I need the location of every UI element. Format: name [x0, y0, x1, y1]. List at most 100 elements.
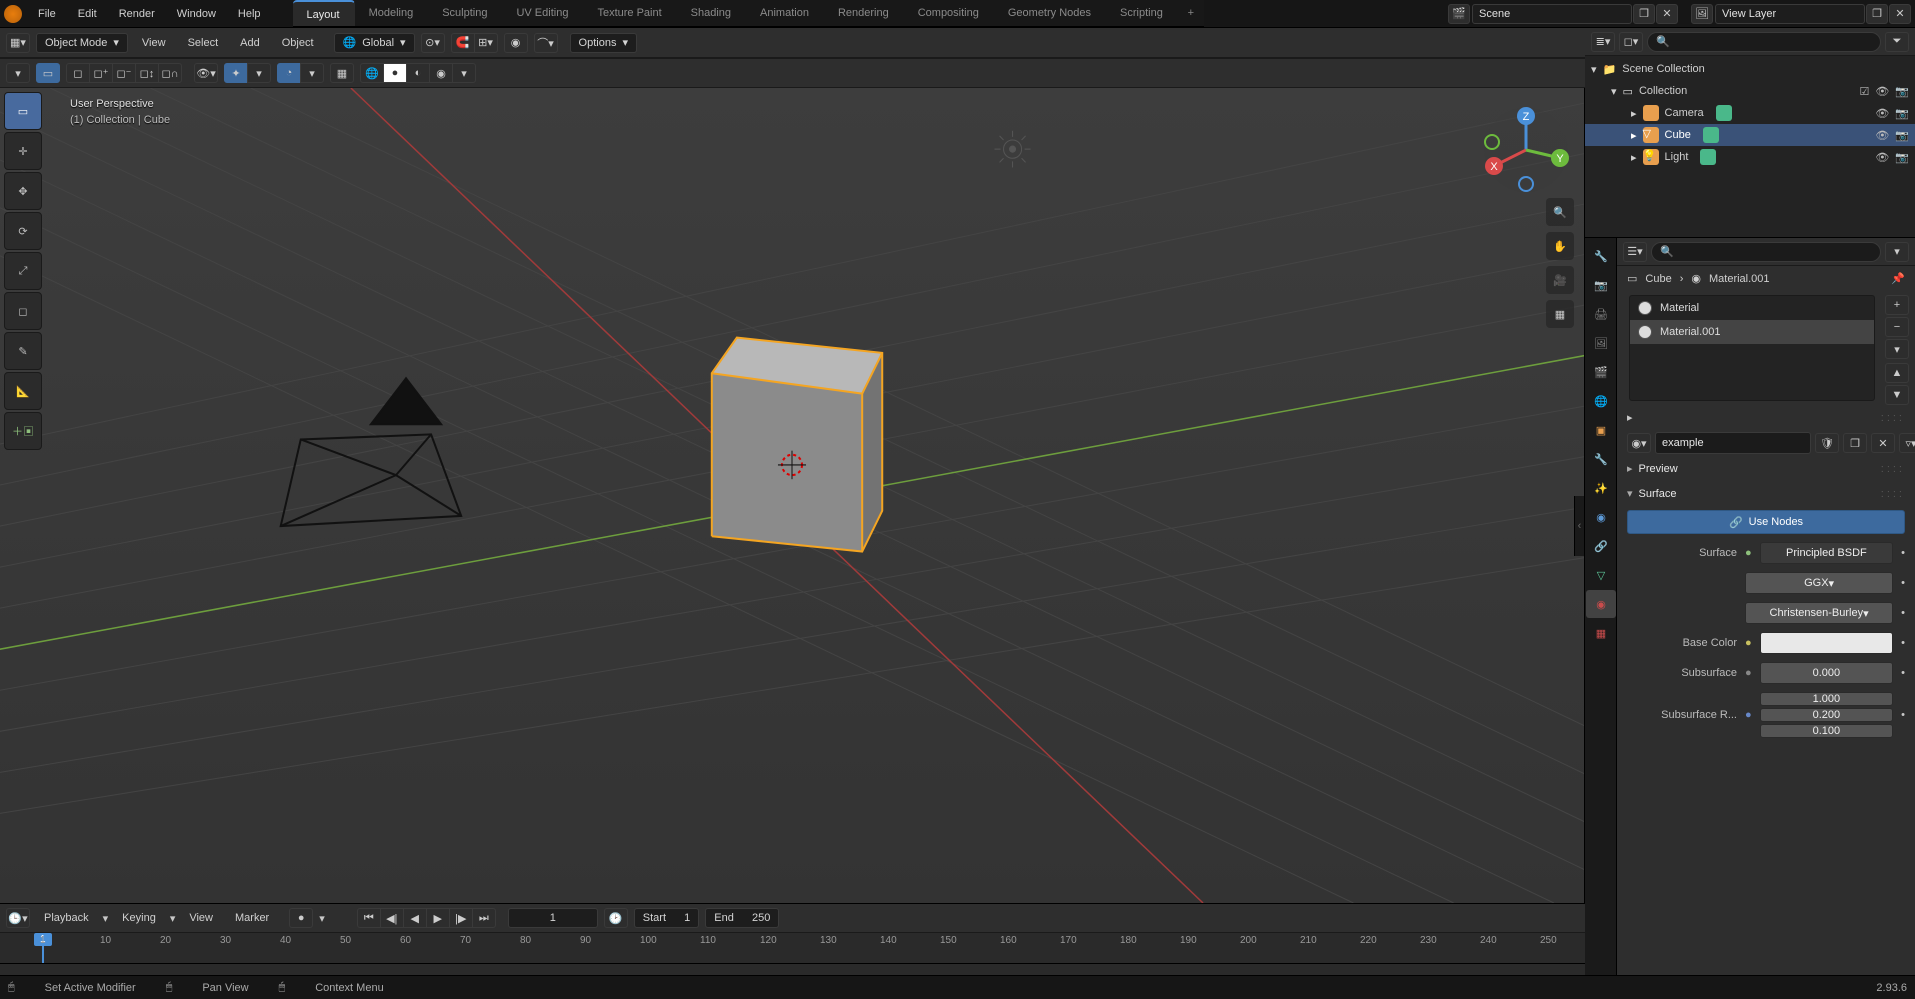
base-color-swatch[interactable]	[1760, 632, 1893, 654]
interaction-mode-dropdown[interactable]: Object Mode▾	[36, 33, 128, 53]
tool-cursor[interactable]: ✛	[4, 132, 42, 170]
workspace-tab-sculpting[interactable]: Sculpting	[428, 0, 502, 26]
outliner-collection[interactable]: ▾▭ Collection ☑👁📷	[1585, 80, 1915, 102]
select-extend-icon[interactable]: ◻⁺	[89, 63, 113, 83]
tab-scene-icon[interactable]: 🎬	[1586, 358, 1616, 386]
play-reverse-icon[interactable]: ◀	[403, 908, 427, 928]
outliner-display-mode[interactable]: ◻▾	[1619, 32, 1643, 52]
keyframe-next-icon[interactable]: |▶	[449, 908, 473, 928]
gizmo-options[interactable]: ▾	[247, 63, 271, 83]
tab-object-icon[interactable]: ▣	[1586, 416, 1616, 444]
workspace-tab-uvediting[interactable]: UV Editing	[502, 0, 583, 26]
menu-file[interactable]: File	[28, 4, 66, 24]
tool-add-cube[interactable]: ＋▣	[4, 412, 42, 450]
timeline-marker[interactable]: Marker	[227, 908, 277, 928]
tab-texture-icon[interactable]: ▦	[1586, 619, 1616, 647]
render-icon[interactable]: 📷	[1895, 107, 1909, 120]
visibility-icon[interactable]: 👁	[1875, 129, 1889, 142]
current-frame-field[interactable]: 1	[508, 908, 598, 928]
timeline-editor-icon[interactable]: 🕒▾	[6, 908, 30, 928]
properties-editor-icon[interactable]: ☰▾	[1623, 242, 1647, 262]
subsurface-radius-z[interactable]: 0.100	[1760, 724, 1893, 738]
cursor-tool-icon[interactable]: ▭	[36, 63, 60, 83]
scene-browser-icon[interactable]: 🎬	[1448, 4, 1470, 24]
socket-icon[interactable]: ●	[1745, 709, 1752, 721]
material-unlink-icon[interactable]: ✕	[1871, 433, 1895, 453]
camera-view-icon[interactable]: 🎥	[1546, 266, 1574, 294]
subsurface-radius-y[interactable]: 0.200	[1760, 708, 1893, 722]
exclude-toggle-icon[interactable]: ☑	[1859, 85, 1869, 98]
workspace-tab-scripting[interactable]: Scripting	[1106, 0, 1178, 26]
subsurface-radius-x[interactable]: 1.000	[1760, 692, 1893, 706]
select-set-icon[interactable]: ◻	[66, 63, 90, 83]
viewlayer-copy-icon[interactable]: ❐	[1866, 4, 1888, 24]
shading-wire-icon[interactable]: 🌐	[360, 63, 384, 83]
xray-toggle[interactable]: ▦	[330, 63, 354, 83]
menu-window[interactable]: Window	[167, 4, 226, 24]
tab-render-icon[interactable]: 📷	[1586, 271, 1616, 299]
autokey-toggle[interactable]: ●	[289, 908, 313, 928]
view3d-menu-select[interactable]: Select	[180, 33, 227, 53]
tool-select-mode-icon[interactable]: ▾	[6, 63, 30, 83]
material-browse-icon[interactable]: ◉▾	[1627, 433, 1651, 453]
outliner-editor-icon[interactable]: ≣▾	[1591, 32, 1615, 52]
outliner-scene-collection[interactable]: ▾📁Scene Collection	[1585, 58, 1915, 80]
tab-modifier-icon[interactable]: 🔧	[1586, 445, 1616, 473]
tab-viewlayer-icon[interactable]: 🖼	[1586, 329, 1616, 357]
select-invert-icon[interactable]: ◻↕	[135, 63, 159, 83]
3d-viewport[interactable]: User Perspective (1) Collection | Cube ▭…	[0, 88, 1585, 903]
material-slot-up-icon[interactable]: ▲	[1885, 363, 1909, 383]
end-frame-field[interactable]: End 250	[705, 908, 779, 928]
tool-measure[interactable]: 📐	[4, 372, 42, 410]
tool-move[interactable]: ✥	[4, 172, 42, 210]
tab-output-icon[interactable]: 🖨	[1586, 300, 1616, 328]
workspace-tab-texturepaint[interactable]: Texture Paint	[583, 0, 676, 26]
scene-name-field[interactable]: Scene	[1472, 4, 1632, 24]
orientation-dropdown[interactable]: 🌐 Global ▾	[334, 33, 415, 53]
tool-transform[interactable]: ◻	[4, 292, 42, 330]
view3d-menu-add[interactable]: Add	[232, 33, 268, 53]
use-nodes-button[interactable]: 🔗Use Nodes	[1627, 510, 1905, 534]
play-icon[interactable]: ▶	[426, 908, 450, 928]
menu-help[interactable]: Help	[228, 4, 271, 24]
socket-icon[interactable]: ●	[1745, 637, 1752, 649]
timeline-scrollbar[interactable]	[0, 963, 1585, 975]
shading-render-icon[interactable]: ◉	[429, 63, 453, 83]
tab-material-icon[interactable]: ◉	[1586, 590, 1616, 618]
scene-copy-icon[interactable]: ❐	[1633, 4, 1655, 24]
outliner-item-light[interactable]: ▸ 💡 Light 👁📷	[1585, 146, 1915, 168]
jump-end-icon[interactable]: ⏭	[472, 908, 496, 928]
material-link-dropdown[interactable]: ▿▾	[1899, 433, 1915, 453]
proportional-falloff[interactable]: ⌒▾	[534, 33, 558, 53]
menu-render[interactable]: Render	[109, 4, 165, 24]
material-slot-menu-icon[interactable]: ▾	[1885, 339, 1909, 359]
tab-tool-icon[interactable]: 🔧	[1586, 242, 1616, 270]
view3d-menu-object[interactable]: Object	[274, 33, 322, 53]
pin-icon[interactable]: 📌	[1891, 272, 1905, 285]
outliner-item-cube[interactable]: ▸ ▽ Cube 👁📷	[1585, 124, 1915, 146]
zoom-icon[interactable]: 🔍	[1546, 198, 1574, 226]
preview-range-icon[interactable]: 🕑	[604, 908, 628, 928]
material-slot-0[interactable]: Material	[1630, 296, 1874, 320]
socket-icon[interactable]: ●	[1745, 667, 1752, 679]
workspace-tab-compositing[interactable]: Compositing	[904, 0, 994, 26]
timeline-playback[interactable]: Playback	[36, 908, 97, 928]
tool-scale[interactable]: ⤢	[4, 252, 42, 290]
header-options-dropdown[interactable]: Options ▾	[570, 33, 637, 53]
tab-world-icon[interactable]: 🌐	[1586, 387, 1616, 415]
timeline-keying[interactable]: Keying	[114, 908, 164, 928]
select-intersect-icon[interactable]: ◻∩	[158, 63, 182, 83]
tool-annotate[interactable]: ✎	[4, 332, 42, 370]
material-slot-remove-icon[interactable]: −	[1885, 317, 1909, 337]
material-copy-icon[interactable]: ❐	[1843, 433, 1867, 453]
material-slot-add-icon[interactable]: +	[1885, 295, 1909, 315]
visibility-dropdown[interactable]: 👁▾	[194, 63, 218, 83]
render-icon[interactable]: 📷	[1895, 151, 1909, 164]
keyframe-prev-icon[interactable]: ◀|	[380, 908, 404, 928]
n-panel-toggle[interactable]: ‹	[1574, 496, 1584, 556]
sss-method-dropdown[interactable]: Christensen-Burley ▾	[1745, 602, 1893, 624]
start-frame-field[interactable]: Start 1	[634, 908, 699, 928]
viewlayer-browser-icon[interactable]: 🖼	[1691, 4, 1713, 24]
fakeuser-icon[interactable]: 🛡	[1815, 433, 1839, 453]
pivot-point-dropdown[interactable]: ⊙▾	[421, 33, 445, 53]
